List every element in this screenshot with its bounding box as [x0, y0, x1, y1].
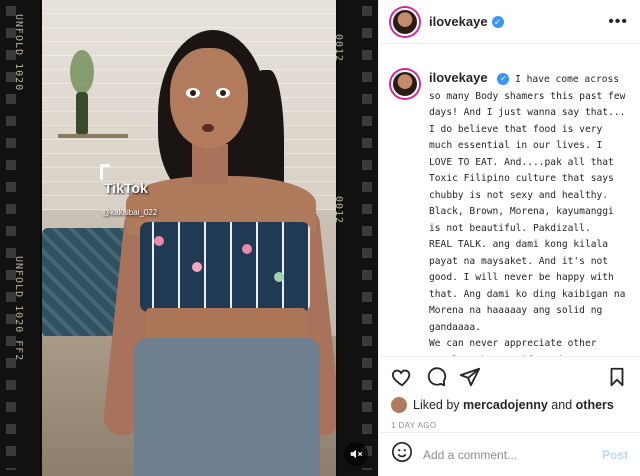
action-bar: Liked by mercadojenny and others 1 DAY A…: [379, 356, 640, 432]
mute-button[interactable]: [344, 442, 368, 466]
top-flower: [242, 244, 252, 254]
verified-badge-icon: ✓: [497, 73, 510, 85]
paper-plane-icon[interactable]: [459, 366, 481, 388]
shelf: [58, 134, 128, 138]
top-flower: [274, 272, 284, 282]
film-strip-left: UNFOLD 1020 UNFOLD 1020 FF2: [0, 0, 40, 476]
video-frame: TikTok @kakaibai_022: [42, 0, 336, 476]
top-flower: [192, 262, 202, 272]
plant: [70, 50, 94, 94]
more-horizontal-icon[interactable]: •••: [608, 13, 628, 31]
person-mouth: [202, 124, 214, 132]
liked-by-and: and: [551, 398, 573, 412]
film-edge-text: 0012: [332, 34, 344, 63]
caption-body: I have come across so many Body shamers …: [429, 74, 626, 356]
film-edge-text: UNFOLD 1020 FF2: [13, 256, 24, 362]
bookmark-icon[interactable]: [606, 366, 628, 388]
caption-username[interactable]: ilovekaye: [429, 70, 488, 85]
film-edge-text: 0012: [332, 196, 344, 225]
action-icons: [391, 365, 628, 389]
top-flower: [154, 236, 164, 246]
person-neck: [192, 144, 228, 184]
avatar[interactable]: [391, 7, 419, 36]
tiktok-label: TikTok: [104, 180, 148, 196]
liked-by-user[interactable]: mercadojenny: [463, 398, 548, 412]
verified-badge-icon: ✓: [491, 15, 504, 28]
film-sprockets: [362, 6, 372, 470]
timestamp[interactable]: 1 DAY AGO: [391, 421, 628, 430]
avatar[interactable]: [391, 70, 419, 98]
post-panel: ilovekaye ✓ ••• ilovekaye ✓ I have come …: [378, 0, 640, 476]
striped-tube-top: [140, 222, 310, 312]
vase: [76, 92, 88, 134]
avatar[interactable]: [391, 397, 407, 413]
tiktok-logo-icon: [100, 164, 110, 180]
heart-icon[interactable]: [391, 366, 413, 388]
header-username[interactable]: ilovekaye: [429, 14, 488, 29]
liked-by-prefix: Liked by: [413, 398, 460, 412]
comment-icon[interactable]: [425, 366, 447, 388]
post-media[interactable]: UNFOLD 1020 UNFOLD 1020 FF2 TikTok @kaka…: [0, 0, 378, 476]
post-header: ilovekaye ✓ •••: [379, 0, 640, 44]
caption: ilovekaye ✓ I have come across so many B…: [391, 70, 628, 356]
comment-form: Post: [379, 432, 640, 476]
film-edge-text: UNFOLD 1020: [13, 14, 24, 92]
comments-section[interactable]: ilovekaye ✓ I have come across so many B…: [379, 44, 640, 356]
person-eye: [186, 88, 200, 98]
speaker-muted-icon: [350, 449, 363, 459]
liked-by: Liked by mercadojenny and others: [391, 397, 628, 413]
smiley-icon[interactable]: [391, 441, 413, 468]
comment-input[interactable]: [423, 447, 602, 462]
tiktok-username: @kakaibai_022: [102, 208, 158, 217]
person-face: [170, 48, 248, 148]
post-button[interactable]: Post: [602, 448, 628, 462]
caption-text: ilovekaye ✓ I have come across so many B…: [429, 70, 628, 356]
liked-by-others[interactable]: others: [576, 398, 614, 412]
film-strip-right: 0012 0012: [333, 0, 378, 476]
blue-shorts: [134, 338, 320, 476]
person-eye: [216, 88, 230, 98]
